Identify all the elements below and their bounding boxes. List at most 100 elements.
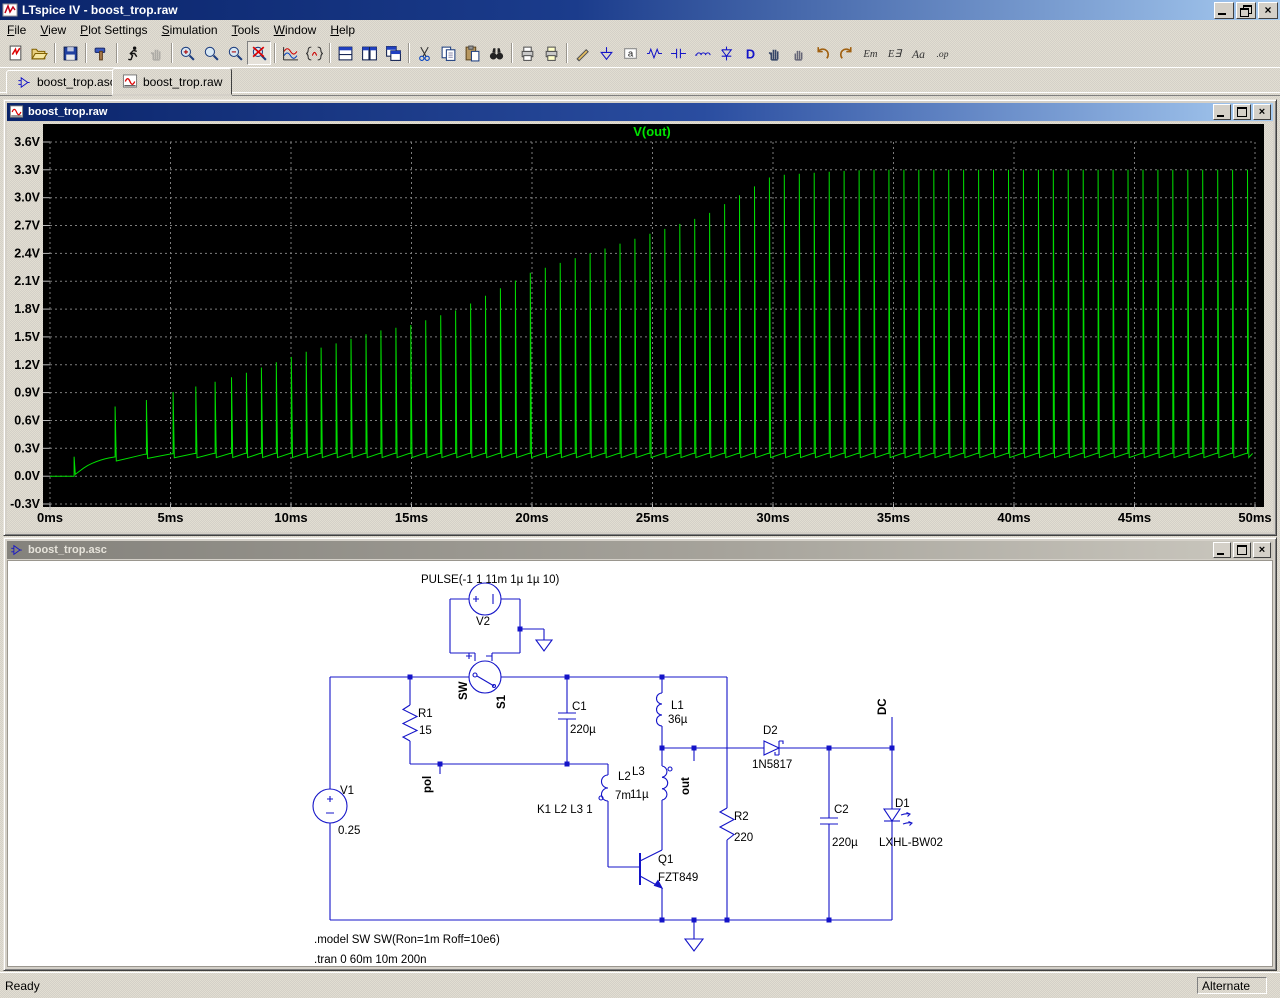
spice-netlist-button[interactable] bbox=[302, 41, 326, 65]
spice-netlist-icon bbox=[306, 45, 323, 62]
zoom-out-icon bbox=[227, 45, 244, 62]
schematic-text: 220µ bbox=[832, 837, 858, 849]
schematic-text: .model SW SW(Ron=1m Roff=10e6) bbox=[314, 934, 500, 946]
find-button[interactable] bbox=[484, 41, 508, 65]
zoom-area-button[interactable] bbox=[199, 41, 223, 65]
open-icon bbox=[31, 45, 48, 62]
run-button[interactable] bbox=[120, 41, 144, 65]
y-tick-label: 1.2V bbox=[14, 358, 40, 372]
spice-directive-button[interactable]: .op bbox=[930, 41, 954, 65]
schematic-window-title: boost_trop.asc bbox=[28, 544, 1211, 556]
schematic-minimize-button[interactable] bbox=[1213, 542, 1231, 558]
svg-text:E∃: E∃ bbox=[886, 49, 901, 60]
svg-text:.op: .op bbox=[936, 49, 948, 60]
wire-junction bbox=[518, 627, 523, 632]
tile-vertical-button[interactable] bbox=[357, 41, 381, 65]
drag-icon bbox=[790, 45, 807, 62]
open-button[interactable] bbox=[27, 41, 51, 65]
zoom-in-button[interactable] bbox=[175, 41, 199, 65]
svg-text:D: D bbox=[745, 46, 754, 61]
waveform-plot[interactable]: 3.6V3.3V3.0V2.7V2.4V2.1V1.8V1.5V1.2V0.9V… bbox=[7, 122, 1273, 530]
tab-boost_trop.asc[interactable]: boost_trop.asc bbox=[6, 70, 126, 94]
status-message: Ready bbox=[5, 979, 40, 993]
trace-legend-label: V(out) bbox=[633, 124, 671, 139]
waveform-minimize-button[interactable] bbox=[1213, 104, 1231, 120]
place-diode-icon bbox=[718, 45, 735, 62]
status-mode-badge: Alternate bbox=[1197, 977, 1267, 994]
schematic-close-button[interactable]: × bbox=[1253, 542, 1271, 558]
window-titlebar: LTspice IV - boost_trop.raw × bbox=[0, 0, 1280, 20]
schematic-text: L3 bbox=[632, 766, 645, 778]
place-component-button[interactable]: D bbox=[738, 41, 762, 65]
y-tick-label: 2.7V bbox=[14, 219, 40, 233]
wire-junction bbox=[827, 918, 832, 923]
schematic-text: Q1 bbox=[658, 854, 673, 866]
menu-item-file[interactable]: File bbox=[0, 21, 33, 39]
schematic-text: 0.25 bbox=[338, 825, 360, 837]
schematic-text: R2 bbox=[734, 811, 749, 823]
close-button[interactable]: × bbox=[1258, 2, 1278, 19]
place-inductor-button[interactable] bbox=[690, 41, 714, 65]
minimize-button[interactable] bbox=[1214, 2, 1234, 19]
waveform-close-button[interactable]: × bbox=[1253, 104, 1271, 120]
schematic-text: 36µ bbox=[668, 714, 688, 726]
wire-junction bbox=[827, 746, 832, 751]
print-icon bbox=[519, 45, 536, 62]
rotate-button[interactable]: E∃ bbox=[882, 41, 906, 65]
restore-button[interactable] bbox=[1236, 2, 1256, 19]
place-resistor-button[interactable] bbox=[642, 41, 666, 65]
schematic-text: SW bbox=[458, 681, 470, 700]
waveform-window: boost_trop.raw × 3.6V3.3V3.0V2.7V2.4V2.1… bbox=[3, 99, 1277, 536]
new-schematic-button[interactable] bbox=[3, 41, 27, 65]
tab-boost_trop.raw[interactable]: boost_trop.raw bbox=[112, 68, 232, 95]
schematic-text: R1 bbox=[418, 708, 433, 720]
mirror-button[interactable]: Em bbox=[858, 41, 882, 65]
place-capacitor-button[interactable] bbox=[666, 41, 690, 65]
cascade-button[interactable] bbox=[381, 41, 405, 65]
place-label-button[interactable]: a bbox=[618, 41, 642, 65]
paste-button[interactable] bbox=[460, 41, 484, 65]
tile-horizontal-button[interactable] bbox=[333, 41, 357, 65]
cut-button[interactable] bbox=[412, 41, 436, 65]
draw-wire-button[interactable] bbox=[570, 41, 594, 65]
undo-button[interactable] bbox=[810, 41, 834, 65]
y-tick-label: 2.1V bbox=[14, 274, 40, 288]
copy-button[interactable] bbox=[436, 41, 460, 65]
redo-button[interactable] bbox=[834, 41, 858, 65]
move-button[interactable] bbox=[762, 41, 786, 65]
cascade-icon bbox=[385, 45, 402, 62]
print-button[interactable] bbox=[515, 41, 539, 65]
undo-icon bbox=[814, 45, 831, 62]
menu-item-tools[interactable]: Tools bbox=[225, 21, 267, 39]
place-ground-button[interactable] bbox=[594, 41, 618, 65]
toolbar-separator bbox=[326, 42, 333, 64]
schematic-text: 7m bbox=[615, 790, 631, 802]
schematic-maximize-button[interactable] bbox=[1233, 542, 1251, 558]
wire-junction bbox=[692, 746, 697, 751]
menu-item-simulation[interactable]: Simulation bbox=[155, 21, 225, 39]
halt-button bbox=[144, 41, 168, 65]
menu-item-window[interactable]: Window bbox=[267, 21, 324, 39]
wire-junction bbox=[692, 918, 697, 923]
redo-icon bbox=[838, 45, 855, 62]
waveform-maximize-button[interactable] bbox=[1233, 104, 1251, 120]
toolbar-separator bbox=[405, 42, 412, 64]
schematic-canvas[interactable]: PULSE(-1 1 11m 1µ 1µ 10)V2SWS1R115C1220µ… bbox=[8, 561, 1272, 967]
wire-junction bbox=[890, 746, 895, 751]
schematic-text: LXHL-BW02 bbox=[879, 837, 943, 849]
text-button[interactable]: Aa bbox=[906, 41, 930, 65]
ltspice-window: LTspice IV - boost_trop.raw × FileViewPl… bbox=[0, 0, 1280, 998]
save-button[interactable] bbox=[58, 41, 82, 65]
drag-button[interactable] bbox=[786, 41, 810, 65]
waveform-pane[interactable]: 3.6V3.3V3.0V2.7V2.4V2.1V1.8V1.5V1.2V0.9V… bbox=[7, 122, 1273, 532]
menu-item-help[interactable]: Help bbox=[323, 21, 362, 39]
print-preview-button[interactable] bbox=[539, 41, 563, 65]
move-icon bbox=[766, 45, 783, 62]
zoom-out-button[interactable] bbox=[223, 41, 247, 65]
menu-item-plot-settings[interactable]: Plot Settings bbox=[73, 21, 154, 39]
plot-settings-button[interactable] bbox=[278, 41, 302, 65]
menu-item-view[interactable]: View bbox=[33, 21, 73, 39]
place-diode-button[interactable] bbox=[714, 41, 738, 65]
control-panel-button[interactable] bbox=[89, 41, 113, 65]
zoom-full-button[interactable] bbox=[247, 41, 271, 65]
